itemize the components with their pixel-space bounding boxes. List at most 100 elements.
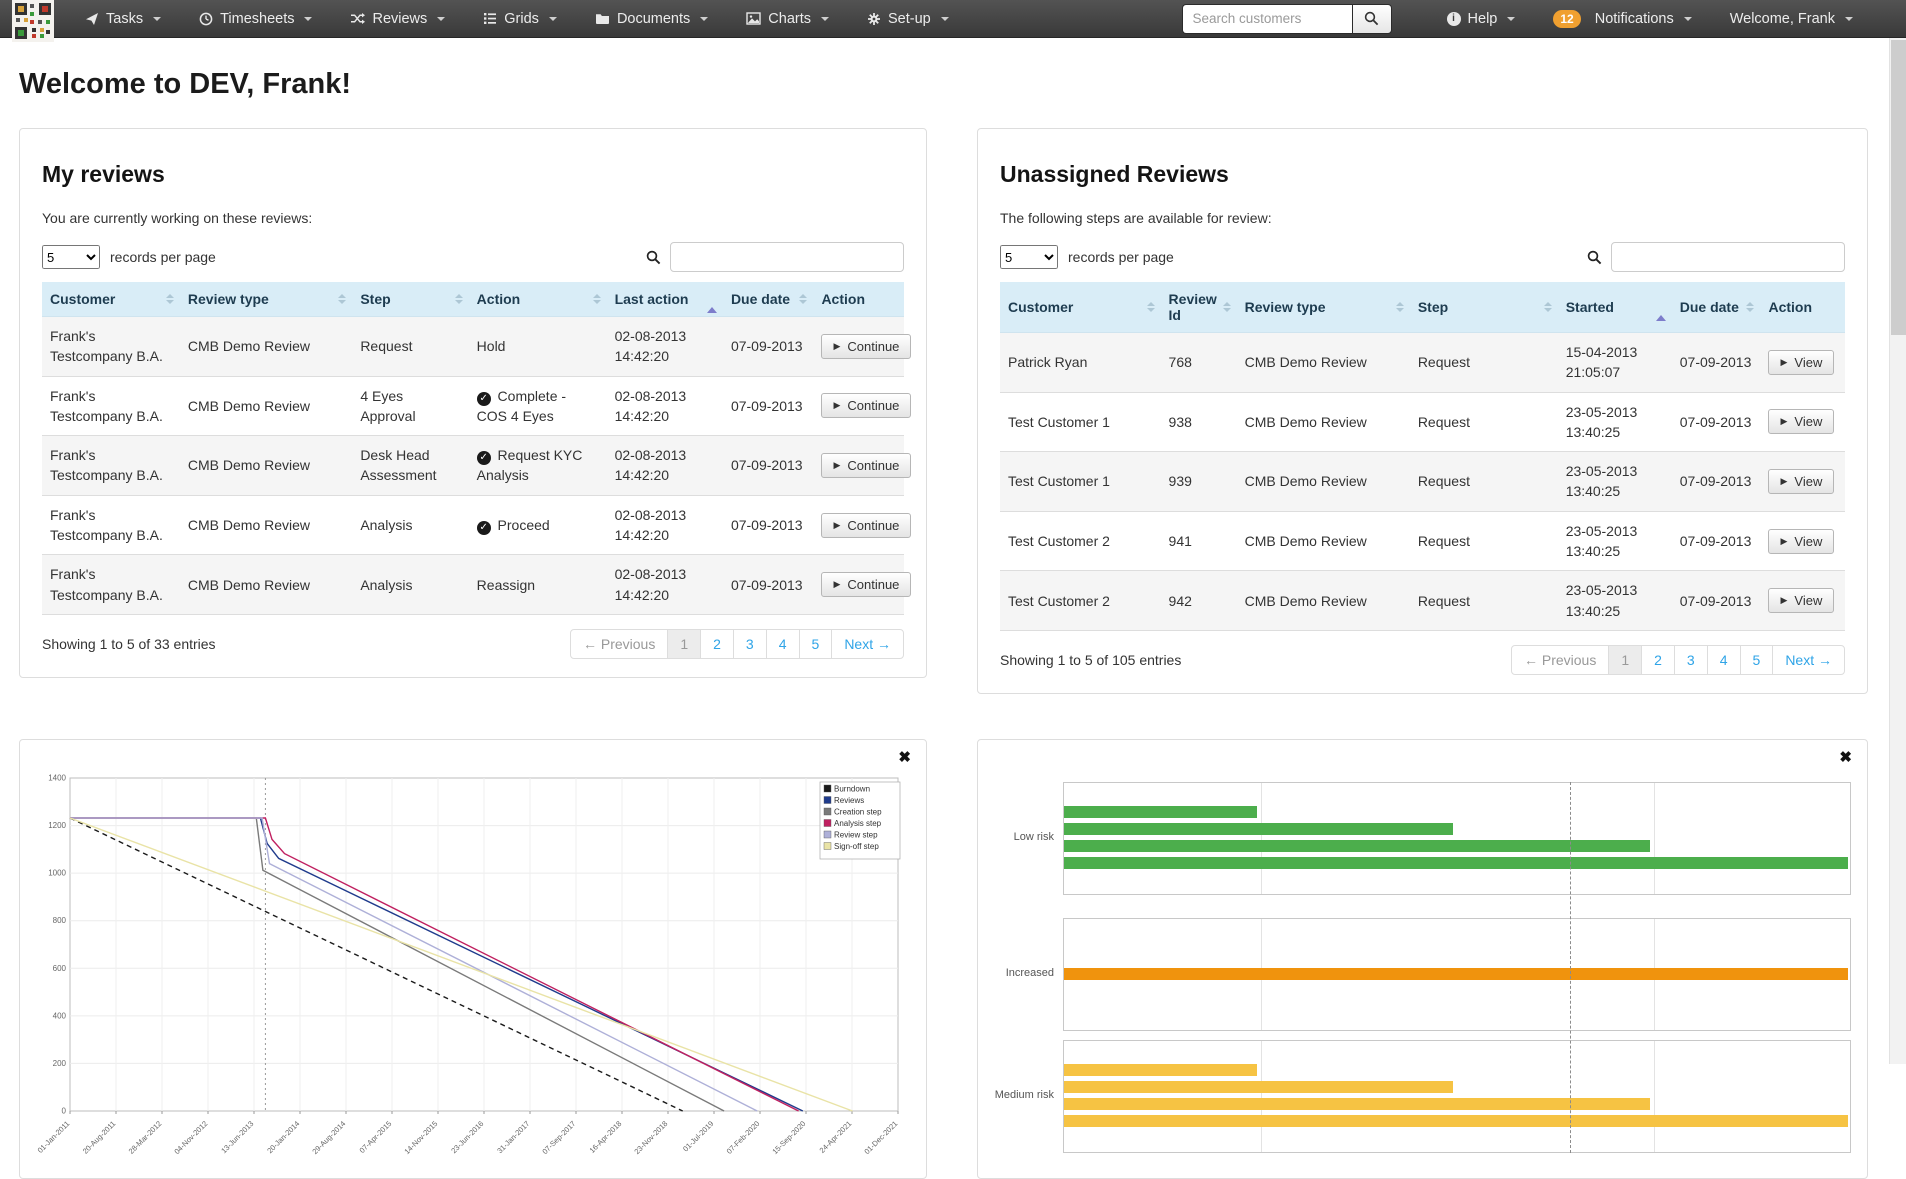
view-button[interactable]: ▶View (1768, 588, 1834, 613)
cell-review_id: 941 (1161, 511, 1237, 571)
gridline (1261, 783, 1262, 894)
nav-item-grids[interactable]: Grids (464, 0, 576, 38)
send-icon (85, 12, 99, 26)
notifications-menu[interactable]: 12 Notifications (1534, 0, 1710, 38)
nav-item-timesheets[interactable]: Timesheets (180, 0, 331, 38)
records-per-page-label: records per page (110, 249, 216, 265)
risk-bar (1064, 840, 1650, 852)
continue-button[interactable]: ▶Continue (821, 572, 911, 597)
column-header-review_id[interactable]: Review Id (1161, 282, 1237, 333)
pagination-previous[interactable]: ← Previous (570, 629, 668, 659)
pagination-previous[interactable]: ← Previous (1511, 645, 1609, 675)
customer-search-group (1182, 4, 1392, 34)
search-icon (646, 250, 661, 265)
search-button[interactable] (1352, 4, 1392, 34)
nav-item-tasks[interactable]: Tasks (66, 0, 180, 38)
svg-text:1400: 1400 (48, 773, 66, 782)
close-icon[interactable]: ✖ (898, 748, 911, 766)
svg-text:28-Mar-2012: 28-Mar-2012 (127, 1119, 164, 1156)
continue-button[interactable]: ▶Continue (821, 334, 911, 359)
unassigned-reviews-subtitle: The following steps are available for re… (1000, 210, 1845, 226)
cell-last_action: 02-08-201314:42:20 (607, 555, 723, 615)
cell-review_type: CMB Demo Review (1237, 452, 1410, 512)
column-header-customer[interactable]: Customer (42, 282, 180, 317)
nav-item-documents[interactable]: Documents (576, 0, 727, 38)
chevron-down-icon (304, 17, 312, 21)
close-icon[interactable]: ✖ (1839, 748, 1852, 766)
column-header-step[interactable]: Step (1410, 282, 1558, 333)
nav-item-set-up[interactable]: Set-up (848, 0, 968, 38)
view-button[interactable]: ▶View (1768, 469, 1834, 494)
svg-text:600: 600 (53, 964, 67, 973)
pagination-next[interactable]: Next → (1772, 645, 1845, 675)
pagination-page-5[interactable]: 5 (799, 629, 833, 659)
check-circle-icon: ✓ (477, 451, 491, 465)
svg-text:04-Nov-2012: 04-Nov-2012 (172, 1119, 209, 1156)
table-filter-input[interactable] (1611, 242, 1845, 272)
column-header-last_action[interactable]: Last action (607, 282, 723, 317)
search-icon (1587, 250, 1602, 265)
pagination-page-5[interactable]: 5 (1740, 645, 1774, 675)
view-button[interactable]: ▶View (1768, 350, 1834, 375)
risk-group-label: Increased (982, 967, 1054, 979)
svg-text:20-Jan-2014: 20-Jan-2014 (265, 1119, 301, 1155)
cell-review_type: CMB Demo Review (1237, 392, 1410, 452)
column-header-started[interactable]: Started (1558, 282, 1672, 333)
column-header-review_type[interactable]: Review type (1237, 282, 1410, 333)
play-icon: ▶ (833, 460, 840, 471)
pagination-page-1[interactable]: 1 (667, 629, 701, 659)
user-menu[interactable]: Welcome, Frank (1711, 0, 1872, 38)
risk-group-label: Medium risk (982, 1089, 1054, 1101)
pagination-page-3[interactable]: 3 (733, 629, 767, 659)
continue-button[interactable]: ▶Continue (821, 453, 911, 478)
continue-button[interactable]: ▶Continue (821, 513, 911, 538)
view-button[interactable]: ▶View (1768, 529, 1834, 554)
brand-logo-qr[interactable] (12, 0, 54, 42)
cell-step: Desk Head Assessment (352, 436, 468, 496)
risk-bar (1064, 1064, 1257, 1076)
cell-review_id: 768 (1161, 333, 1237, 393)
records-per-page-select[interactable]: 5 (42, 245, 100, 269)
cell-customer: Frank's Testcompany B.A. (42, 317, 180, 377)
cell-button: ▶View (1760, 392, 1845, 452)
sort-icon (1223, 302, 1231, 312)
cell-due_date: 07-09-2013 (723, 317, 814, 377)
play-icon: ▶ (833, 579, 840, 590)
view-button[interactable]: ▶View (1768, 409, 1834, 434)
records-per-page-select[interactable]: 5 (1000, 245, 1058, 269)
risk-bar (1064, 806, 1257, 818)
vertical-scrollbar[interactable] (1889, 38, 1906, 1064)
cell-review_id: 942 (1161, 571, 1237, 631)
my-reviews-panel: My reviews You are currently working on … (19, 128, 927, 678)
nav-item-charts[interactable]: Charts (727, 0, 848, 38)
column-header-action[interactable]: Action (469, 282, 607, 317)
cell-started: 23-05-201313:40:25 (1558, 392, 1672, 452)
column-header-customer[interactable]: Customer (1000, 282, 1161, 333)
pagination-next[interactable]: Next → (831, 629, 904, 659)
play-icon: ▶ (1780, 476, 1787, 487)
cell-review_type: CMB Demo Review (180, 436, 352, 496)
pagination-page-4[interactable]: 4 (1707, 645, 1741, 675)
column-label: Review type (1245, 299, 1326, 315)
svg-text:16-Apr-2018: 16-Apr-2018 (588, 1119, 624, 1155)
cell-due_date: 07-09-2013 (1672, 333, 1761, 393)
cell-due_date: 07-09-2013 (723, 495, 814, 555)
play-icon: ▶ (1780, 595, 1787, 606)
nav-item-reviews[interactable]: Reviews (331, 0, 464, 38)
cell-review_type: CMB Demo Review (180, 376, 352, 436)
pagination-page-1[interactable]: 1 (1608, 645, 1642, 675)
pagination-page-3[interactable]: 3 (1674, 645, 1708, 675)
table-filter-input[interactable] (670, 242, 904, 272)
column-header-step[interactable]: Step (352, 282, 468, 317)
scrollbar-thumb[interactable] (1891, 40, 1906, 335)
pagination-page-4[interactable]: 4 (766, 629, 800, 659)
pagination-page-2[interactable]: 2 (1641, 645, 1675, 675)
pagination-page-2[interactable]: 2 (700, 629, 734, 659)
column-header-review_type[interactable]: Review type (180, 282, 352, 317)
help-menu[interactable]: i Help (1428, 0, 1535, 38)
column-header-due_date[interactable]: Due date (1672, 282, 1761, 333)
svg-text:1000: 1000 (48, 869, 66, 878)
column-header-due_date[interactable]: Due date (723, 282, 814, 317)
continue-button[interactable]: ▶Continue (821, 393, 911, 418)
search-input[interactable] (1182, 4, 1352, 34)
